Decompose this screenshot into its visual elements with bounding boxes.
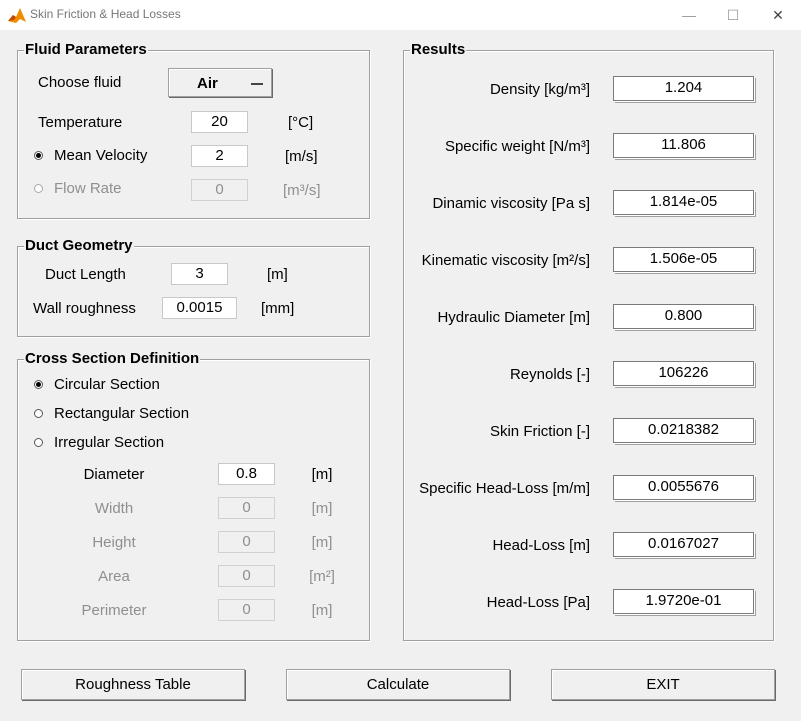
wall-roughness-label: Wall roughness bbox=[33, 300, 136, 317]
result-value-reynolds: 106226 bbox=[613, 361, 754, 386]
result-label-skin-friction: Skin Friction [-] bbox=[489, 423, 590, 440]
diameter-unit: [m] bbox=[311, 466, 333, 483]
duct-geometry-title: Duct Geometry bbox=[24, 237, 134, 254]
choose-fluid-label: Choose fluid bbox=[38, 74, 122, 91]
result-label-hydraulic-diameter: Hydraulic Diameter [m] bbox=[437, 309, 590, 326]
rectangular-section-radio[interactable] bbox=[34, 409, 43, 418]
result-label-specific-head-loss: Specific Head-Loss [m/m] bbox=[419, 480, 590, 497]
flow-rate-radio[interactable] bbox=[34, 184, 43, 193]
mean-velocity-unit: [m/s] bbox=[285, 148, 318, 165]
area-label: Area bbox=[98, 568, 130, 585]
result-label-head-loss-m: Head-Loss [m] bbox=[492, 537, 590, 554]
duct-length-label: Duct Length bbox=[45, 266, 126, 283]
result-label-density: Density [kg/m³] bbox=[489, 81, 590, 98]
exit-button[interactable]: EXIT bbox=[551, 669, 775, 700]
duct-length-input[interactable]: 3 bbox=[171, 263, 228, 285]
flow-rate-input[interactable]: 0 bbox=[191, 179, 248, 201]
result-value-head-loss-pa: 1.9720e-01 bbox=[613, 589, 754, 614]
wall-roughness-unit: [mm] bbox=[261, 300, 295, 317]
result-label-head-loss-pa: Head-Loss [Pa] bbox=[486, 594, 590, 611]
mean-velocity-input[interactable]: 2 bbox=[191, 145, 248, 167]
mean-velocity-radio[interactable] bbox=[34, 151, 43, 160]
result-value-dynamic-viscosity: 1.814e-05 bbox=[613, 190, 754, 215]
perimeter-input[interactable]: 0 bbox=[218, 599, 275, 621]
fluid-select-value: Air bbox=[197, 75, 218, 92]
result-label-kinematic-viscosity: Kinematic viscosity [m²/s] bbox=[421, 252, 590, 269]
result-value-specific-head-loss: 0.0055676 bbox=[613, 475, 754, 500]
fluid-select[interactable]: Air bbox=[168, 68, 272, 97]
result-value-kinematic-viscosity: 1.506e-05 bbox=[613, 247, 754, 272]
width-unit: [m] bbox=[311, 500, 333, 517]
results-title: Results bbox=[410, 41, 467, 58]
diameter-input[interactable]: 0.8 bbox=[218, 463, 275, 485]
height-label: Height bbox=[92, 534, 136, 551]
result-label-reynolds: Reynolds [-] bbox=[509, 366, 590, 383]
result-value-head-loss-m: 0.0167027 bbox=[613, 532, 754, 557]
dropdown-arrow-icon bbox=[251, 83, 263, 85]
maximize-icon[interactable]: ☐ bbox=[711, 0, 755, 30]
perimeter-unit: [m] bbox=[311, 602, 333, 619]
area-input[interactable]: 0 bbox=[218, 565, 275, 587]
roughness-table-button[interactable]: Roughness Table bbox=[21, 669, 245, 700]
result-value-skin-friction: 0.0218382 bbox=[613, 418, 754, 443]
duct-length-unit: [m] bbox=[267, 266, 288, 283]
width-label: Width bbox=[94, 500, 134, 517]
window-title: Skin Friction & Head Losses bbox=[30, 7, 181, 21]
rectangular-section-label: Rectangular Section bbox=[54, 405, 190, 422]
duct-geometry-group bbox=[17, 246, 370, 337]
irregular-section-radio[interactable] bbox=[34, 438, 43, 447]
temperature-input[interactable]: 20 bbox=[191, 111, 248, 133]
matlab-app-icon bbox=[8, 8, 26, 23]
height-input[interactable]: 0 bbox=[218, 531, 275, 553]
calculate-button[interactable]: Calculate bbox=[286, 669, 510, 700]
irregular-section-label: Irregular Section bbox=[54, 434, 165, 451]
cross-section-title: Cross Section Definition bbox=[24, 350, 201, 367]
result-value-hydraulic-diameter: 0.800 bbox=[613, 304, 754, 329]
result-label-dynamic-viscosity: Dinamic viscosity [Pa s] bbox=[432, 195, 590, 212]
flow-rate-unit: [m³/s] bbox=[283, 182, 321, 199]
mean-velocity-label: Mean Velocity bbox=[54, 147, 148, 164]
minimize-icon[interactable]: — bbox=[667, 0, 711, 30]
diameter-label: Diameter bbox=[83, 466, 145, 483]
height-unit: [m] bbox=[311, 534, 333, 551]
temperature-label: Temperature bbox=[38, 114, 123, 131]
flow-rate-label: Flow Rate bbox=[54, 180, 122, 197]
width-input[interactable]: 0 bbox=[218, 497, 275, 519]
circular-section-label: Circular Section bbox=[54, 376, 160, 393]
area-unit: [m²] bbox=[309, 568, 335, 585]
wall-roughness-input[interactable]: 0.0015 bbox=[162, 297, 237, 319]
circular-section-radio[interactable] bbox=[34, 380, 43, 389]
perimeter-label: Perimeter bbox=[81, 602, 147, 619]
result-value-specific-weight: 11.806 bbox=[613, 133, 754, 158]
fluid-parameters-title: Fluid Parameters bbox=[24, 41, 148, 58]
result-label-specific-weight: Specific weight [N/m³] bbox=[444, 138, 590, 155]
result-value-density: 1.204 bbox=[613, 76, 754, 101]
close-icon[interactable]: ✕ bbox=[756, 0, 800, 30]
temperature-unit: [°C] bbox=[288, 114, 314, 131]
